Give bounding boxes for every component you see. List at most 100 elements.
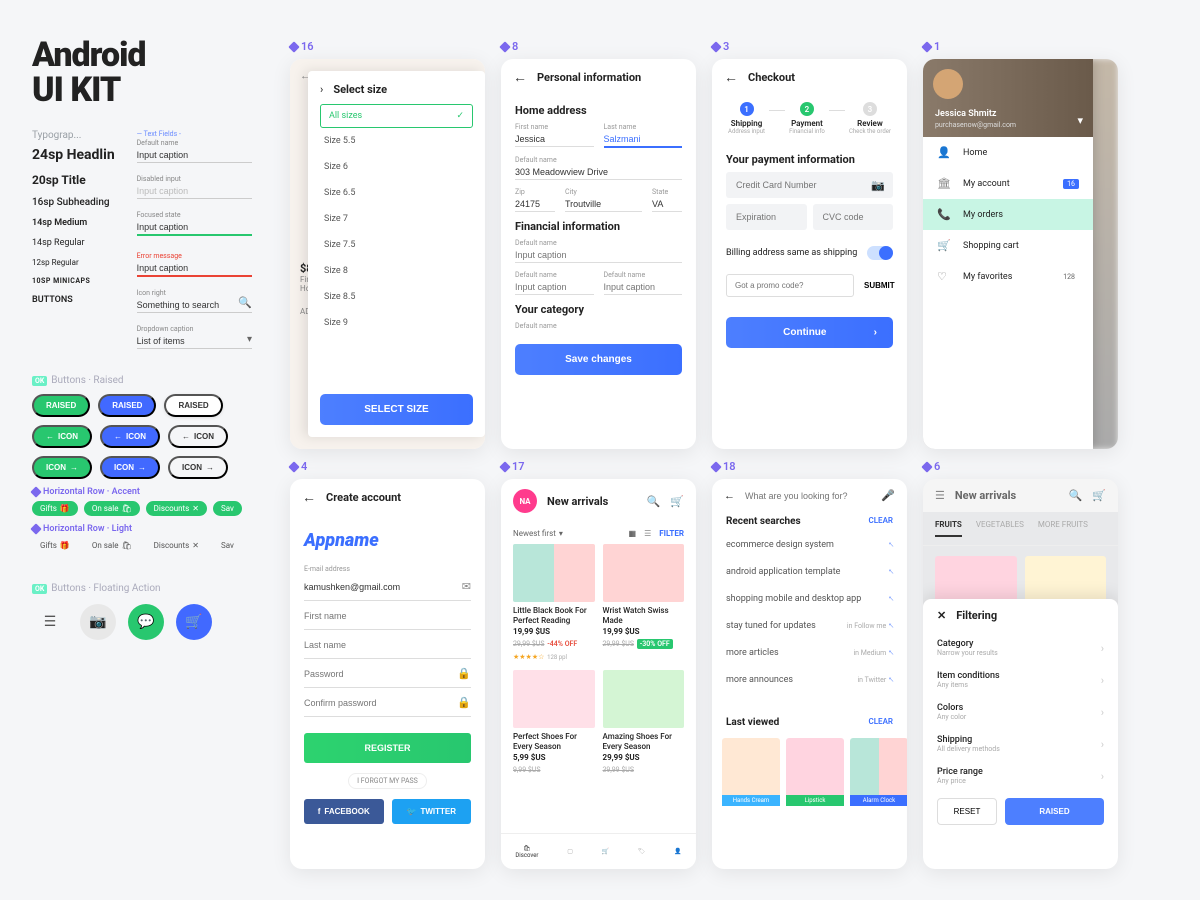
cart-icon[interactable]: 🛒 [670,495,684,508]
tf-focused[interactable] [137,220,252,236]
password-input[interactable] [304,661,471,688]
last-name-input[interactable] [604,132,683,148]
list-icon[interactable]: ☰ [644,529,651,538]
tag-save-lt[interactable]: Sav [213,538,242,553]
tf-dropdown[interactable] [137,334,252,349]
raised-white[interactable]: RAISED [164,394,222,417]
search-input[interactable] [745,491,871,501]
save-changes-button[interactable]: Save changes [515,344,682,375]
clear-link[interactable]: CLEAR [869,516,894,527]
tab-more[interactable]: MORE FRUITS [1038,520,1088,537]
fab-cart[interactable]: 🛒 [176,604,212,640]
size-item[interactable]: Size 8.5 [320,284,473,310]
nav-profile[interactable]: 👤 [674,848,681,855]
mic-icon[interactable]: 🎤 [881,489,895,502]
drawer-home[interactable]: 👤Home [923,137,1093,168]
icon-btn-green-r[interactable]: ICON→ [32,456,92,479]
filter-link[interactable]: FILTER [659,529,684,538]
promo-input[interactable] [726,274,854,297]
continue-button[interactable]: Continue› [726,317,893,348]
tag-discounts[interactable]: Discounts ✕ [146,501,207,516]
search-icon[interactable]: 🔍 [1069,489,1083,502]
tab-fruits[interactable]: FRUITS [935,520,962,537]
raised-blue[interactable]: RAISED [98,394,156,417]
menu-icon[interactable]: ☰ [935,489,945,502]
nav-discover[interactable]: 🛍Discover [515,845,538,859]
state-input[interactable] [652,197,682,212]
fab-list[interactable]: ☰ [32,604,68,640]
size-item[interactable]: Size 6 [320,154,473,180]
exp-input[interactable] [726,204,807,230]
size-all[interactable]: All sizes✓ [320,104,473,128]
last-viewed-item[interactable]: Alarm Clock [850,738,907,806]
back-icon[interactable]: ← [302,489,316,506]
avatar[interactable] [933,69,963,99]
recent-item[interactable]: android application template↑ [712,558,907,585]
icon-btn-green[interactable]: ←ICON [32,425,92,448]
tag-onsale-lt[interactable]: On sale 🛍 [84,538,140,553]
tf-search[interactable] [137,298,252,313]
drawer-favorites[interactable]: ♡My favorites128 [923,261,1093,292]
fin-input-2[interactable] [515,280,594,295]
fin-input-3[interactable] [604,280,683,295]
facebook-button[interactable]: fFACEBOOK [304,799,384,824]
filter-price[interactable]: Price rangeAny price› [937,760,1104,792]
size-item[interactable]: Size 6.5 [320,180,473,206]
cvc-input[interactable] [813,204,894,230]
city-input[interactable] [565,197,642,212]
recent-item[interactable]: stay tuned for updatesin Follow me ↑ [712,612,907,639]
sort-dropdown[interactable]: Newest first ▾ [513,529,563,538]
tag-gifts[interactable]: Gifts 🎁 [32,501,78,516]
product-card[interactable]: Amazing Shoes For Every Season 29,99 $US… [603,670,685,775]
forgot-link[interactable]: I FORGOT MY PASS [348,773,427,789]
cc-input[interactable] [726,172,893,198]
first-name-input[interactable] [515,132,594,147]
product-card[interactable]: Perfect Shoes For Every Season 5,99 $US … [513,670,595,775]
size-item[interactable]: Size 7 [320,206,473,232]
fab-chat[interactable]: 💬 [128,604,164,640]
filter-category[interactable]: CategoryNarrow your results› [937,632,1104,664]
address-input[interactable] [515,165,682,180]
apply-button[interactable]: RAISED [1005,798,1104,825]
recent-item[interactable]: more announcesin Twitter ↑ [712,666,907,693]
chevron-down-icon[interactable]: ▾ [1077,114,1083,127]
step-shipping[interactable]: 1ShippingAddress input [724,102,769,135]
filter-shipping[interactable]: ShippingAll delivery methods› [937,728,1104,760]
drawer-account[interactable]: 🏛My account16 [923,168,1093,199]
size-item[interactable]: Size 9 [320,310,473,336]
promo-submit[interactable]: SUBMIT [864,281,895,290]
icon-btn-blue-r[interactable]: ICON→ [100,456,160,479]
tf-default[interactable] [137,148,252,163]
nav-cart[interactable]: 🛒 [602,848,609,855]
billing-toggle[interactable] [867,246,893,260]
size-item[interactable]: Size 8 [320,258,473,284]
twitter-button[interactable]: 🐦TWITTER [392,799,472,824]
fab-camera[interactable]: 📷 [80,604,116,640]
icon-btn-flat[interactable]: ←ICON [168,425,228,448]
clear-link[interactable]: CLEAR [869,717,894,728]
step-review[interactable]: 3ReviewCheck the order [845,102,895,135]
product-card[interactable]: Wrist Watch Swiss Made 19,99 $US 29,99 $… [603,544,685,662]
last-viewed-item[interactable]: Hands Cream [722,738,780,806]
recent-item[interactable]: more articlesin Medium ↑ [712,639,907,666]
raised-green[interactable]: RAISED [32,394,90,417]
last-viewed-item[interactable]: Lipstick [786,738,844,806]
recent-item[interactable]: ecommerce design system↑ [712,531,907,558]
back-icon[interactable]: ← [724,489,735,502]
filter-colors[interactable]: ColorsAny color› [937,696,1104,728]
close-icon[interactable]: ✕ [937,609,946,622]
fin-input-1[interactable] [515,248,682,263]
lastname-input[interactable] [304,632,471,659]
camera-icon[interactable]: 📷 [871,179,885,192]
step-payment[interactable]: 2PaymentFinancial info [785,102,829,135]
product-card[interactable]: Little Black Book For Perfect Reading 19… [513,544,595,662]
grid-icon[interactable]: ▦ [629,529,637,538]
chevron-right-icon[interactable]: › [320,83,323,96]
back-icon[interactable]: ← [724,69,738,86]
recent-item[interactable]: shopping mobile and desktop app↑ [712,585,907,612]
tag-gifts-lt[interactable]: Gifts 🎁 [32,538,78,553]
email-input[interactable] [304,574,471,601]
firstname-input[interactable] [304,603,471,630]
icon-btn-flat-r[interactable]: ICON→ [168,456,228,479]
confirm-password-input[interactable] [304,690,471,717]
